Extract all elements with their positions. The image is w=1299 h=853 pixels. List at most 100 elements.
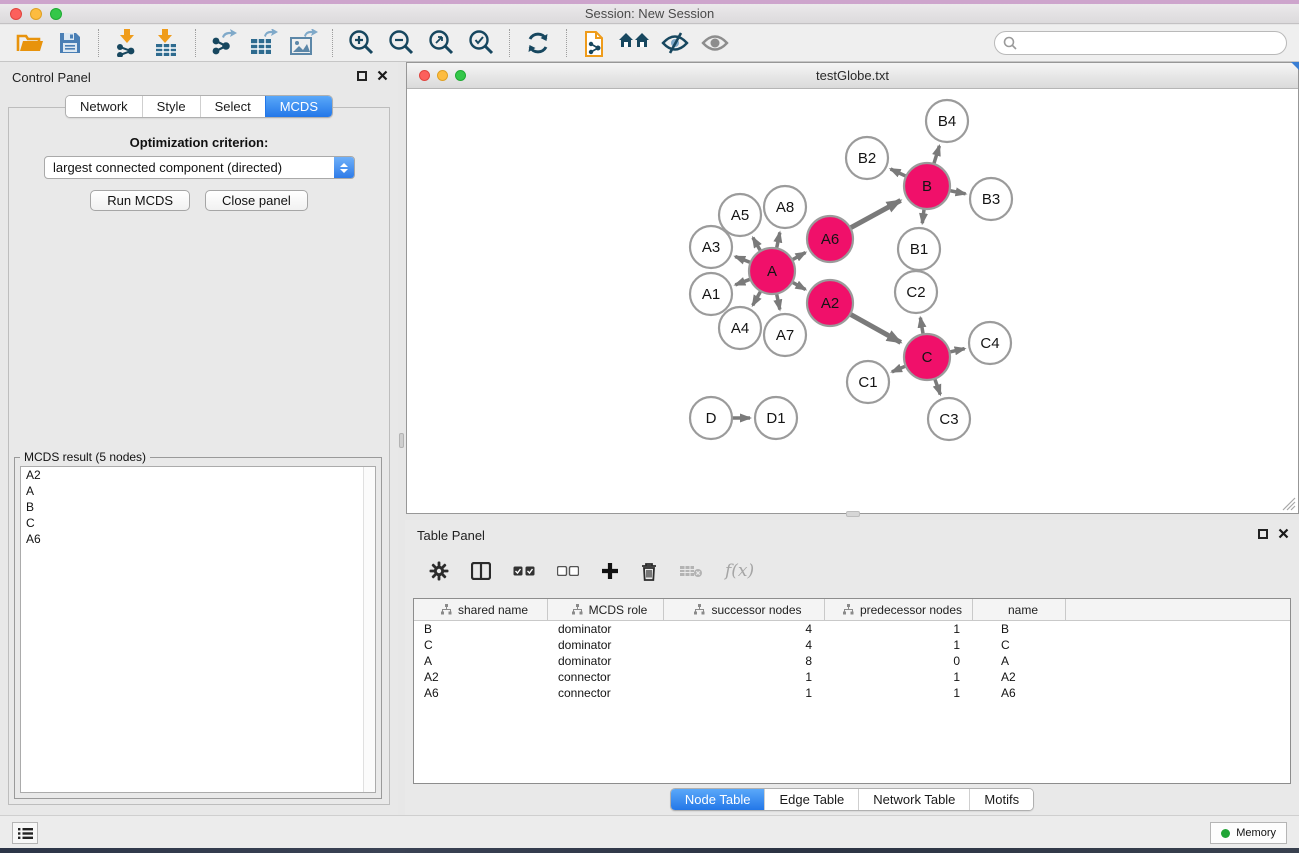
mcds-result-item[interactable]: A6 xyxy=(21,531,375,547)
table-row[interactable]: Adominator80A xyxy=(414,653,1290,669)
table-cell[interactable]: connector xyxy=(548,686,664,700)
show-column-button[interactable] xyxy=(471,562,491,580)
open-home-browser-button[interactable] xyxy=(615,27,655,59)
add-column-button[interactable] xyxy=(601,562,619,580)
table-cell[interactable]: 8 xyxy=(664,654,825,668)
network-window-titlebar[interactable]: testGlobe.txt xyxy=(407,63,1298,89)
close-table-panel-icon[interactable] xyxy=(1278,528,1289,539)
table-cell[interactable]: dominator xyxy=(548,638,664,652)
column-header-MCDS-role[interactable]: MCDS role xyxy=(548,599,664,620)
select-all-checkboxes-button[interactable] xyxy=(513,566,535,576)
task-history-button[interactable] xyxy=(12,822,38,844)
deselect-all-checkboxes-button[interactable] xyxy=(557,566,579,576)
table-cell[interactable]: C xyxy=(973,638,1066,652)
optimization-criterion-select[interactable]: largest connected component (directed) xyxy=(44,156,355,179)
import-network-from-file-button[interactable] xyxy=(107,27,147,59)
table-cell[interactable]: A6 xyxy=(414,686,548,700)
graph-node-A6[interactable]: A6 xyxy=(807,216,853,262)
graph-node-D[interactable]: D xyxy=(690,397,732,439)
network-canvas[interactable]: B4B2BB3A8A5A6A3B1AC2A1A2A4A7C4CC1C3DD1 xyxy=(408,89,1297,513)
table-cell[interactable]: 1 xyxy=(825,686,973,700)
show-graphics-details-button[interactable] xyxy=(695,27,735,59)
graph-node-C4[interactable]: C4 xyxy=(969,322,1011,364)
graph-node-C1[interactable]: C1 xyxy=(847,361,889,403)
table-cell[interactable]: A2 xyxy=(973,670,1066,684)
graph-node-B1[interactable]: B1 xyxy=(898,228,940,270)
memory-button[interactable]: Memory xyxy=(1210,822,1287,844)
zoom-selected-button[interactable] xyxy=(461,27,501,59)
search-field[interactable] xyxy=(994,31,1287,55)
tab-motifs[interactable]: Motifs xyxy=(969,789,1033,810)
table-cell[interactable]: dominator xyxy=(548,622,664,636)
table-cell[interactable]: dominator xyxy=(548,654,664,668)
graph-node-C[interactable]: C xyxy=(904,334,950,380)
float-panel-icon[interactable] xyxy=(357,71,367,81)
tab-network-table[interactable]: Network Table xyxy=(858,789,969,810)
run-mcds-button[interactable]: Run MCDS xyxy=(90,190,190,211)
hide-graphics-details-button[interactable] xyxy=(655,27,695,59)
graph-node-A[interactable]: A xyxy=(749,248,795,294)
splitter-handle-left[interactable] xyxy=(399,433,404,448)
table-cell[interactable]: 1 xyxy=(825,638,973,652)
export-image-button[interactable] xyxy=(284,27,324,59)
import-table-from-file-button[interactable] xyxy=(147,27,187,59)
table-cell[interactable]: B xyxy=(973,622,1066,636)
table-cell[interactable]: B xyxy=(414,622,548,636)
graph-node-A7[interactable]: A7 xyxy=(764,314,806,356)
graph-node-C2[interactable]: C2 xyxy=(895,271,937,313)
function-builder-button[interactable]: f(x) xyxy=(725,561,754,581)
new-network-from-selection-button[interactable] xyxy=(575,27,615,59)
table-settings-button[interactable] xyxy=(429,561,449,581)
tab-style[interactable]: Style xyxy=(142,96,200,117)
open-session-button[interactable] xyxy=(10,27,50,59)
table-cell[interactable]: 1 xyxy=(664,670,825,684)
graph-node-A8[interactable]: A8 xyxy=(764,186,806,228)
tab-network[interactable]: Network xyxy=(66,96,142,117)
tab-node-table[interactable]: Node Table xyxy=(671,789,765,810)
zoom-fit-content-button[interactable] xyxy=(421,27,461,59)
graph-edge-A6-B[interactable] xyxy=(848,200,901,229)
table-cell[interactable]: 1 xyxy=(825,670,973,684)
table-cell[interactable]: A2 xyxy=(414,670,548,684)
graph-node-D1[interactable]: D1 xyxy=(755,397,797,439)
mcds-result-item[interactable]: C xyxy=(21,515,375,531)
resize-grip-icon[interactable] xyxy=(1282,497,1296,511)
graph-node-C3[interactable]: C3 xyxy=(928,398,970,440)
tab-mcds[interactable]: MCDS xyxy=(265,96,332,117)
delete-table-button[interactable] xyxy=(679,564,703,578)
mcds-result-item[interactable]: A2 xyxy=(21,467,375,483)
graph-edge-A2-C[interactable] xyxy=(847,313,900,343)
graph-node-A1[interactable]: A1 xyxy=(690,273,732,315)
zoom-in-button[interactable] xyxy=(341,27,381,59)
table-cell[interactable]: A6 xyxy=(973,686,1066,700)
graph-node-B3[interactable]: B3 xyxy=(970,178,1012,220)
float-table-panel-icon[interactable] xyxy=(1258,529,1268,539)
graph-node-A2[interactable]: A2 xyxy=(807,280,853,326)
table-cell[interactable]: 1 xyxy=(825,622,973,636)
table-row[interactable]: A6connector11A6 xyxy=(414,685,1290,701)
column-header-predecessor-nodes[interactable]: predecessor nodes xyxy=(825,599,973,620)
splitter-handle-bottom[interactable] xyxy=(846,511,860,517)
maximize-network-window-button[interactable] xyxy=(455,70,466,81)
scrollbar-track[interactable] xyxy=(363,467,375,792)
table-cell[interactable]: C xyxy=(414,638,548,652)
table-cell[interactable]: 4 xyxy=(664,622,825,636)
graph-node-A4[interactable]: A4 xyxy=(719,307,761,349)
table-cell[interactable]: connector xyxy=(548,670,664,684)
table-row[interactable]: A2connector11A2 xyxy=(414,669,1290,685)
mcds-result-item[interactable]: B xyxy=(21,499,375,515)
mcds-result-item[interactable]: A xyxy=(21,483,375,499)
table-cell[interactable]: 4 xyxy=(664,638,825,652)
close-panel-button[interactable]: Close panel xyxy=(205,190,308,211)
column-header-shared-name[interactable]: shared name xyxy=(414,599,548,620)
save-session-button[interactable] xyxy=(50,27,90,59)
export-network-button[interactable] xyxy=(204,27,244,59)
table-row[interactable]: Cdominator41C xyxy=(414,637,1290,653)
graph-node-B2[interactable]: B2 xyxy=(846,137,888,179)
network-graph[interactable]: B4B2BB3A8A5A6A3B1AC2A1A2A4A7C4CC1C3DD1 xyxy=(408,89,1297,513)
zoom-out-button[interactable] xyxy=(381,27,421,59)
graph-node-B4[interactable]: B4 xyxy=(926,100,968,142)
table-cell[interactable]: 0 xyxy=(825,654,973,668)
graph-node-B[interactable]: B xyxy=(904,163,950,209)
graph-node-A5[interactable]: A5 xyxy=(719,194,761,236)
